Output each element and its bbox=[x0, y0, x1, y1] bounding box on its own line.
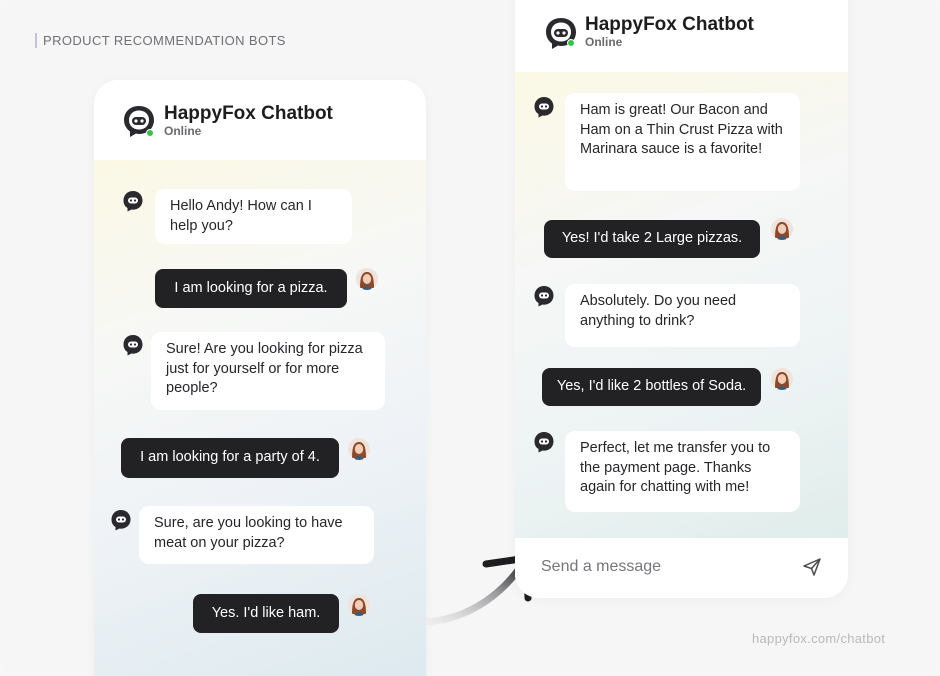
bot-avatar-icon bbox=[123, 191, 143, 212]
chat-window-right: HappyFox Chatbot Online Ham is great! Ou… bbox=[515, 0, 848, 598]
chat-title: HappyFox Chatbot bbox=[585, 14, 754, 35]
bot-avatar-icon bbox=[534, 97, 554, 118]
user-message: Yes. I'd like ham. bbox=[193, 594, 339, 633]
bot-avatar-icon bbox=[111, 510, 131, 531]
message-input[interactable] bbox=[541, 556, 781, 578]
bot-avatar-icon bbox=[534, 286, 554, 307]
user-message: Yes! I'd take 2 Large pizzas. bbox=[544, 220, 760, 258]
chat-header: HappyFox Chatbot Online bbox=[94, 80, 426, 160]
chat-body: Ham is great! Our Bacon and Ham on a Thi… bbox=[515, 72, 848, 538]
online-status-dot bbox=[146, 129, 154, 137]
chat-status: Online bbox=[585, 35, 623, 49]
user-avatar bbox=[356, 268, 378, 290]
footer-url: happyfox.com/chatbot bbox=[752, 631, 886, 646]
chat-window-left: HappyFox Chatbot Online Hello Andy! How … bbox=[94, 80, 426, 676]
chat-body: Hello Andy! How can I help you? I am loo… bbox=[94, 160, 426, 676]
user-message: Yes, I'd like 2 bottles of Soda. bbox=[542, 368, 761, 406]
bot-message: Absolutely. Do you need anything to drin… bbox=[565, 284, 800, 347]
user-avatar bbox=[348, 594, 370, 616]
send-icon[interactable] bbox=[801, 556, 823, 578]
user-avatar bbox=[771, 218, 793, 240]
message-composer bbox=[515, 538, 848, 598]
user-message: I am looking for a pizza. bbox=[155, 269, 347, 308]
bot-message: Perfect, let me transfer you to the paym… bbox=[565, 431, 800, 512]
chat-header: HappyFox Chatbot Online bbox=[515, 0, 848, 72]
user-avatar bbox=[348, 438, 370, 460]
bot-message: Hello Andy! How can I help you? bbox=[155, 189, 352, 244]
online-status-dot bbox=[567, 39, 575, 47]
section-label: PRODUCT RECOMMENDATION BOTS bbox=[35, 33, 286, 48]
bot-message: Sure, are you looking to have meat on yo… bbox=[139, 506, 374, 564]
bot-avatar-icon bbox=[534, 432, 554, 453]
bot-message: Sure! Are you looking for pizza just for… bbox=[151, 332, 385, 410]
user-message: I am looking for a party of 4. bbox=[121, 438, 339, 478]
bot-avatar-icon bbox=[123, 335, 143, 356]
user-avatar bbox=[771, 368, 793, 390]
chat-title: HappyFox Chatbot bbox=[164, 103, 333, 124]
chat-status: Online bbox=[164, 124, 202, 138]
bot-message: Ham is great! Our Bacon and Ham on a Thi… bbox=[565, 93, 800, 191]
canvas: PRODUCT RECOMMENDATION BOTS HappyFox Cha… bbox=[0, 0, 940, 676]
